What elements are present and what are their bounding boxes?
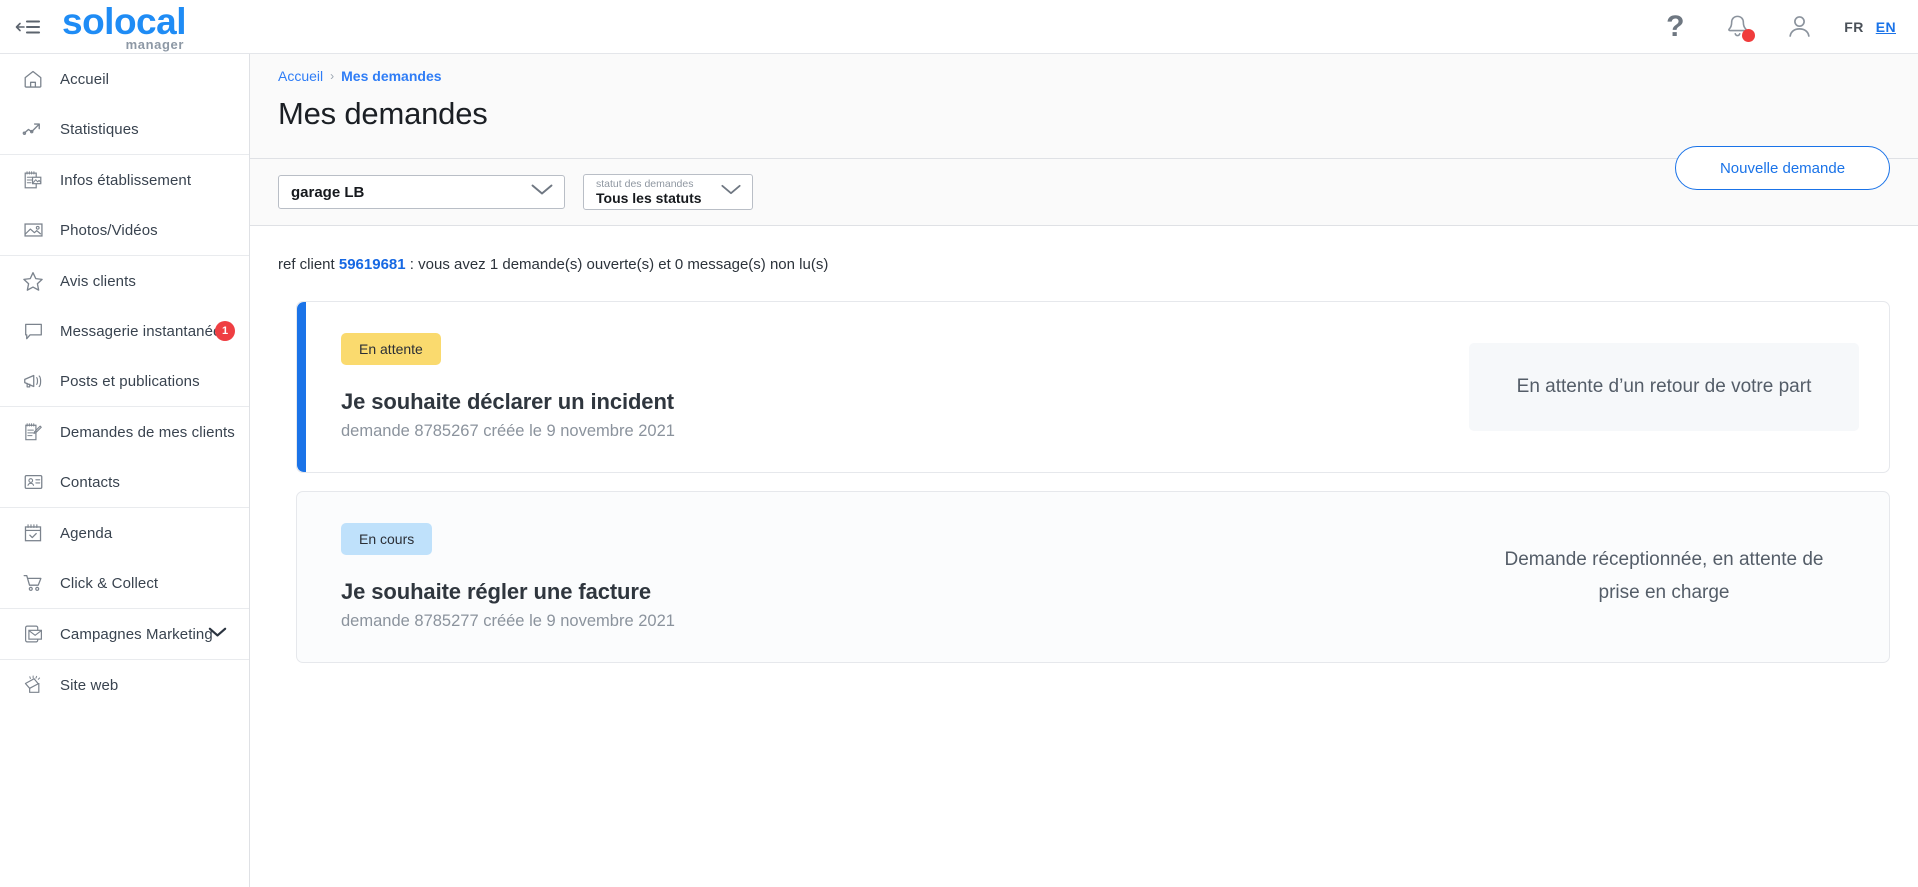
sidebar-group-6: Campagnes Marketing xyxy=(0,609,249,660)
new-request-button[interactable]: Nouvelle demande xyxy=(1675,146,1890,190)
request-status-text: Demande réceptionnée, en attente de pris… xyxy=(1504,549,1824,603)
sidebar-item-infos-etablissement[interactable]: Infos établissement xyxy=(0,155,249,205)
megaphone-icon xyxy=(16,367,50,395)
chevron-down-icon[interactable] xyxy=(208,625,227,643)
sidebar-item-statistiques[interactable]: Statistiques xyxy=(0,104,249,154)
sidebar-item-label: Avis clients xyxy=(60,272,136,290)
sidebar-group-1: Accueil Statistiques xyxy=(0,54,249,155)
sidebar-group-4: Demandes de mes clients Contacts xyxy=(0,407,249,508)
sidebar-item-site-web[interactable]: Site web xyxy=(0,660,249,710)
language-switcher: FR EN xyxy=(1844,19,1896,35)
messagerie-unread-badge: 1 xyxy=(215,321,235,341)
sidebar-item-label: Agenda xyxy=(60,524,113,542)
request-card[interactable]: En attente Je souhaite déclarer un incid… xyxy=(296,301,1890,473)
website-icon xyxy=(16,671,50,699)
help-button[interactable]: ? xyxy=(1658,10,1692,44)
business-info-icon xyxy=(16,166,50,194)
account-button[interactable] xyxy=(1782,10,1816,44)
ref-client-number: 59619681 xyxy=(338,256,406,273)
requests-list: En attente Je souhaite déclarer un incid… xyxy=(250,273,1918,663)
brand-logo[interactable]: solocal manager xyxy=(62,0,187,52)
status-select[interactable]: statut des demandes Tous les statuts xyxy=(583,174,753,210)
status-badge: En cours xyxy=(341,523,433,555)
status-badge: En attente xyxy=(341,333,441,365)
chevron-down-icon xyxy=(530,183,554,202)
ref-client-suffix: : vous avez 1 demande(s) ouverte(s) et 0… xyxy=(409,256,829,273)
page-title: Mes demandes xyxy=(278,96,488,131)
request-card-body: En attente Je souhaite déclarer un incid… xyxy=(297,307,1469,467)
calendar-check-icon xyxy=(16,519,50,547)
user-avatar-icon xyxy=(1789,16,1810,37)
request-status-text: En attente d’un retour de votre part xyxy=(1469,342,1859,432)
page-header: Accueil › Mes demandes Mes demandes xyxy=(250,54,1918,159)
sidebar-item-label: Messagerie instantanée xyxy=(60,322,222,340)
sidebar-item-contacts[interactable]: Contacts xyxy=(0,457,249,507)
sidebar-item-label: Posts et publications xyxy=(60,372,200,390)
ref-client-prefix: ref client xyxy=(278,256,335,273)
request-card-body: En cours Je souhaite régler une facture … xyxy=(297,497,1469,657)
sidebar-item-posts-et-publications[interactable]: Posts et publications xyxy=(0,356,249,406)
collapse-sidebar-button[interactable] xyxy=(0,0,56,54)
sidebar-item-label: Photos/Vidéos xyxy=(60,221,158,239)
notifications-button[interactable] xyxy=(1720,10,1756,44)
sidebar-item-label: Site web xyxy=(60,676,119,694)
breadcrumb-current: Mes demandes xyxy=(341,68,442,84)
language-en[interactable]: EN xyxy=(1876,19,1896,35)
sidebar-item-label: Infos établissement xyxy=(60,171,192,189)
contact-card-icon xyxy=(16,468,50,496)
topbar-actions: ? FR EN xyxy=(1658,10,1918,44)
ref-client-line: ref client 59619681 : vous avez 1 demand… xyxy=(250,226,1918,273)
sidebar-item-messagerie-instantanee[interactable]: Messagerie instantanée 1 xyxy=(0,306,249,356)
establishment-select-value: garage LB xyxy=(291,183,365,201)
chat-bubble-icon xyxy=(16,317,50,345)
request-meta: demande 8785277 créée le 9 novembre 2021 xyxy=(341,612,675,630)
breadcrumb-home-link[interactable]: Accueil xyxy=(278,68,323,84)
sidebar-group-2: Infos établissement Photos/Vidéos xyxy=(0,155,249,256)
status-select-value: Tous les statuts xyxy=(596,189,702,206)
sidebar-item-photos-videos[interactable]: Photos/Vidéos xyxy=(0,205,249,255)
sidebar-group-5: Agenda Click & Collect xyxy=(0,508,249,609)
envelope-mobile-icon xyxy=(16,620,50,648)
sidebar-group-7: Site web xyxy=(0,660,249,710)
sidebar-item-label: Campagnes Marketing xyxy=(60,625,213,643)
status-select-label: statut des demandes xyxy=(596,177,694,190)
sidebar-item-click-and-collect[interactable]: Click & Collect xyxy=(0,558,249,608)
notification-dot-icon xyxy=(1742,28,1756,42)
filters-row: garage LB statut des demandes Tous les s… xyxy=(250,159,1918,226)
brand-name: solocal xyxy=(62,0,187,42)
sidebar-group-3: Avis clients Messagerie instantanée 1 Po… xyxy=(0,256,249,407)
trend-line-icon xyxy=(16,115,50,143)
image-icon xyxy=(16,216,50,244)
request-meta: demande 8785267 créée le 9 novembre 2021 xyxy=(341,422,675,440)
sidebar-item-label: Click & Collect xyxy=(60,574,159,592)
sidebar-item-avis-clients[interactable]: Avis clients xyxy=(0,256,249,306)
sidebar-item-demandes-de-mes-clients[interactable]: Demandes de mes clients xyxy=(0,407,249,457)
establishment-select[interactable]: garage LB xyxy=(278,175,565,209)
main-content: Accueil › Mes demandes Mes demandes gara… xyxy=(250,54,1918,887)
sidebar-item-label: Accueil xyxy=(60,70,110,88)
home-icon xyxy=(16,65,50,93)
request-title: Je souhaite déclarer un incident xyxy=(341,389,675,414)
breadcrumb: Accueil › Mes demandes xyxy=(278,68,1918,84)
top-bar: solocal manager ? FR EN xyxy=(0,0,1918,54)
shopping-cart-icon xyxy=(16,569,50,597)
request-card[interactable]: En cours Je souhaite régler une facture … xyxy=(296,491,1890,663)
sidebar-item-accueil[interactable]: Accueil xyxy=(0,54,249,104)
collapse-sidebar-icon xyxy=(15,19,41,34)
breadcrumb-separator-icon: › xyxy=(330,69,335,83)
sidebar-item-label: Contacts xyxy=(60,473,120,491)
brand-subtitle: manager xyxy=(125,36,184,52)
sidebar-item-campagnes-marketing[interactable]: Campagnes Marketing xyxy=(0,609,249,659)
language-fr[interactable]: FR xyxy=(1844,19,1863,35)
star-icon xyxy=(16,267,50,295)
chevron-down-icon xyxy=(720,183,742,201)
sidebar-item-label: Demandes de mes clients xyxy=(60,423,235,441)
question-mark-icon: ? xyxy=(1666,9,1685,43)
sidebar-item-label: Statistiques xyxy=(60,120,139,138)
request-title: Je souhaite régler une facture xyxy=(341,579,651,604)
sidebar-navigation: Accueil Statistiques Infos établissement… xyxy=(0,54,250,887)
clipboard-edit-icon xyxy=(16,418,50,446)
sidebar-item-agenda[interactable]: Agenda xyxy=(0,508,249,558)
